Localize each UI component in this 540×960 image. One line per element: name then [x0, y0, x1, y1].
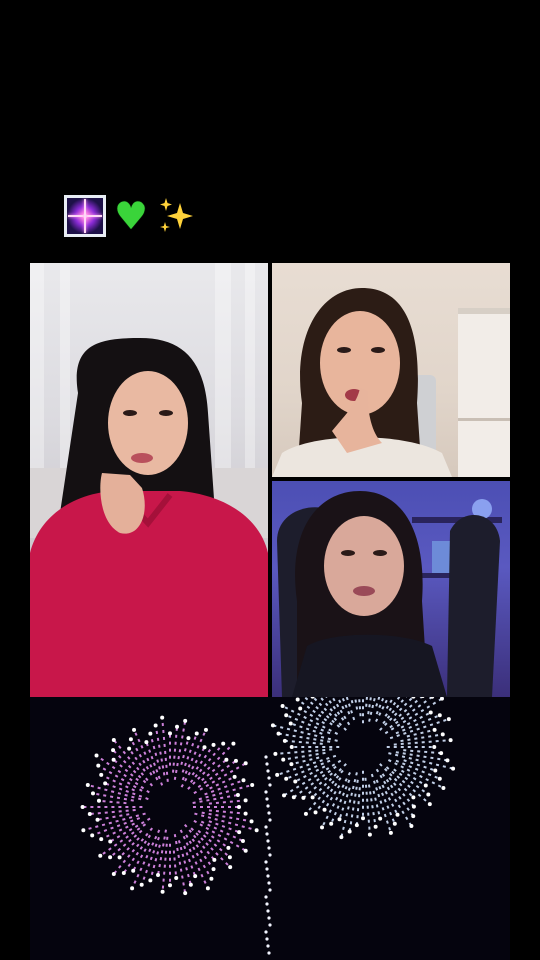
caption-emojis: ♥	[64, 192, 198, 240]
firework-icon	[64, 195, 106, 237]
participant-video-bottom-right[interactable]	[272, 481, 510, 697]
firework-trail	[264, 755, 272, 955]
firework-burst-right	[270, 697, 456, 840]
participant-bottom-right-frame	[277, 491, 502, 697]
participant-video-left[interactable]	[30, 263, 268, 697]
sparkles-icon	[160, 198, 193, 232]
green-heart-icon: ♥	[113, 194, 149, 238]
fireworks-effect	[30, 697, 510, 960]
participant-left-frame	[30, 263, 268, 697]
fireworks-canvas	[80, 697, 456, 955]
video-post-screen: ♥	[0, 0, 540, 960]
participant-video-top-right[interactable]	[272, 263, 510, 477]
firework-burst-left	[80, 715, 259, 896]
participant-top-right-frame	[272, 288, 510, 477]
